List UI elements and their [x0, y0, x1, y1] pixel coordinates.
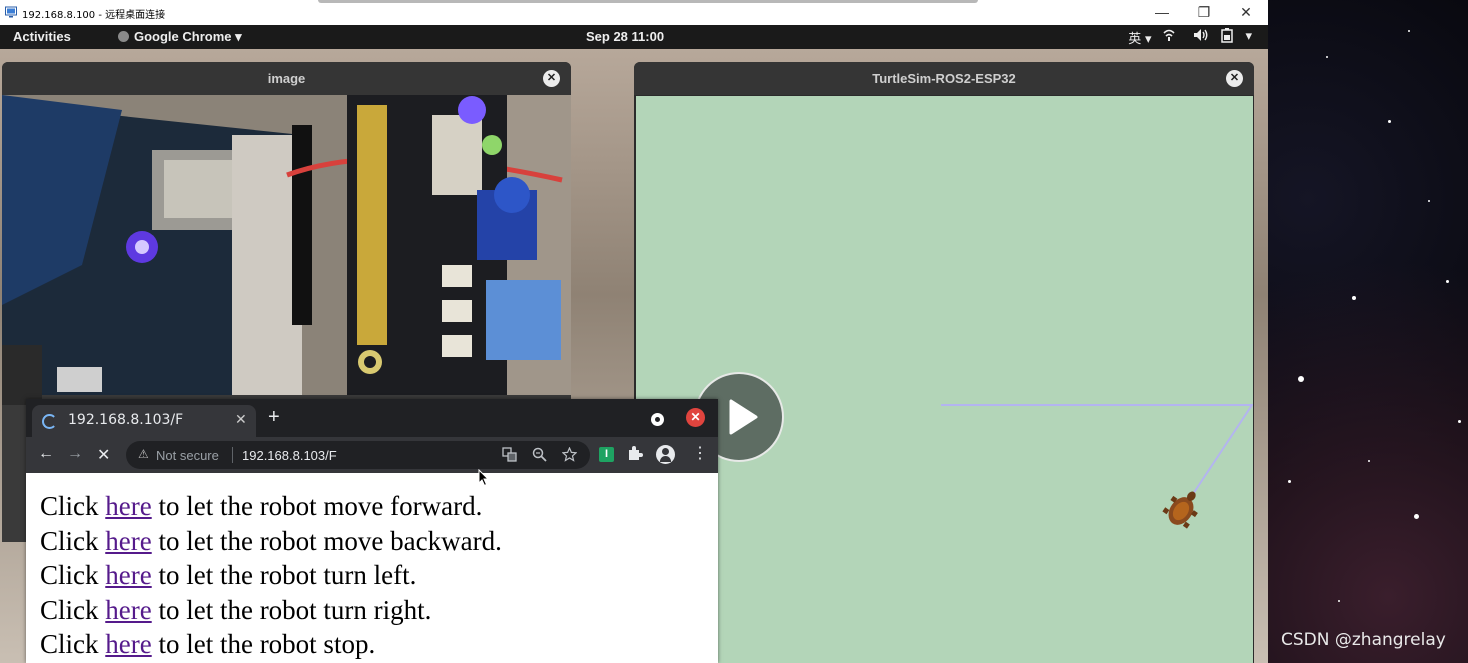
- activities-button[interactable]: Activities: [13, 29, 71, 44]
- star: [1388, 120, 1391, 123]
- web-page-content: Click here to let the robot move forward…: [26, 473, 718, 663]
- turtlesim-window-title: TurtleSim-ROS2-ESP32: [872, 71, 1016, 86]
- address-bar[interactable]: ⚠ Not secure 192.168.8.103/F: [126, 441, 590, 469]
- chrome-icon: [118, 31, 129, 42]
- extensions-puzzle-icon[interactable]: [627, 445, 643, 461]
- star: [1338, 600, 1340, 602]
- chrome-window: 192.168.8.103/F ✕ + ✕ ← → ✕ ⚠ Not secure…: [26, 399, 718, 663]
- chevron-down-icon: ▾: [1144, 31, 1152, 46]
- star: [1446, 280, 1449, 283]
- command-line-backward: Click here to let the robot move backwar…: [40, 524, 718, 559]
- rdp-window-title: 192.168.8.100 - 远程桌面连接: [22, 10, 166, 21]
- remote-desktop-icon: [5, 6, 17, 18]
- forward-button[interactable]: →: [67, 445, 83, 463]
- bookmark-star-icon[interactable]: [562, 447, 577, 462]
- star: [1458, 420, 1461, 423]
- star: [1288, 480, 1291, 483]
- chrome-tab-strip: 192.168.8.103/F ✕ + ✕: [26, 399, 718, 437]
- image-window-title: image: [267, 71, 306, 86]
- command-line-left: Click here to let the robot turn left.: [40, 558, 718, 593]
- backward-link[interactable]: here: [105, 526, 151, 556]
- line-prefix: Click: [40, 491, 106, 521]
- star: [1414, 514, 1419, 519]
- url-text[interactable]: 192.168.8.103/F: [242, 448, 337, 463]
- back-button[interactable]: ←: [38, 445, 54, 463]
- minimize-button[interactable]: —: [1144, 2, 1180, 22]
- tab-close-button[interactable]: ✕: [235, 411, 247, 428]
- star: [1352, 296, 1356, 300]
- clock[interactable]: Sep 28 11:00: [586, 29, 664, 44]
- chevron-down-icon[interactable]: ▾: [1245, 28, 1252, 47]
- gnome-top-bar: Activities Google Chrome ▾ Sep 28 11:00 …: [0, 25, 1268, 49]
- restore-button[interactable]: ❐: [1186, 2, 1222, 22]
- new-tab-button[interactable]: +: [268, 407, 280, 427]
- browser-tab[interactable]: 192.168.8.103/F ✕: [32, 405, 256, 437]
- turtlesim-titlebar[interactable]: TurtleSim-ROS2-ESP32 ✕: [634, 62, 1254, 95]
- command-line-stop: Click here to let the robot stop.: [40, 627, 718, 662]
- mouse-pointer-icon: [478, 469, 490, 487]
- line-prefix: Click: [40, 560, 106, 590]
- turn-right-link[interactable]: here: [105, 595, 151, 625]
- forward-link[interactable]: here: [105, 491, 151, 521]
- line-suffix: to let the robot move forward.: [151, 491, 483, 521]
- watermark-text: CSDN @zhangrelay: [1281, 630, 1446, 650]
- omnibox-divider: [232, 447, 233, 463]
- turtlesim-close-button[interactable]: ✕: [1226, 70, 1243, 87]
- input-method-label: 英: [1128, 31, 1142, 46]
- profile-avatar-icon[interactable]: [656, 445, 675, 464]
- chrome-toolbar: ← → ✕ ⚠ Not secure 192.168.8.103/F I ⋮: [26, 437, 718, 473]
- image-window-titlebar[interactable]: image ✕: [2, 62, 571, 95]
- star: [1428, 200, 1430, 202]
- extension-icon[interactable]: I: [599, 447, 614, 462]
- volume-icon[interactable]: [1193, 28, 1209, 42]
- line-prefix: Click: [40, 629, 106, 659]
- system-tray: 英 ▾ ▾: [1128, 28, 1252, 47]
- line-suffix: to let the robot move backward.: [151, 525, 502, 556]
- star: [1408, 30, 1410, 32]
- stop-button[interactable]: ✕: [97, 445, 110, 465]
- rdp-close-button[interactable]: ✕: [1228, 2, 1264, 22]
- line-suffix: to let the robot turn right.: [151, 594, 432, 625]
- line-suffix: to let the robot stop.: [151, 629, 376, 659]
- chrome-close-button[interactable]: ✕: [686, 408, 705, 427]
- line-prefix: Click: [40, 525, 106, 556]
- stop-link[interactable]: here: [105, 629, 151, 659]
- star: [1368, 460, 1370, 462]
- command-line-forward: Click here to let the robot move forward…: [40, 489, 718, 524]
- battery-icon[interactable]: [1221, 28, 1234, 43]
- system-menu[interactable]: [1163, 28, 1181, 47]
- loading-spinner-icon: [42, 414, 57, 429]
- turn-left-link[interactable]: here: [105, 560, 151, 590]
- star: [1326, 56, 1328, 58]
- input-method-menu[interactable]: 英 ▾: [1128, 28, 1151, 47]
- warning-icon[interactable]: ⚠: [138, 447, 149, 461]
- tab-title: 192.168.8.103/F: [68, 412, 184, 428]
- desktop-wallpaper: [1268, 0, 1468, 663]
- not-secure-label[interactable]: Not secure: [156, 448, 219, 463]
- chrome-menu-button[interactable]: ⋮: [692, 443, 708, 463]
- turtlesim-window: TurtleSim-ROS2-ESP32 ✕: [634, 62, 1254, 663]
- translate-icon[interactable]: [502, 447, 517, 462]
- star: [1298, 376, 1304, 382]
- app-menu[interactable]: Google Chrome ▾: [118, 29, 242, 45]
- rdp-titlebar: 192.168.8.100 - 远程桌面连接 — ❐ ✕: [0, 0, 1268, 25]
- command-line-right: Click here to let the robot turn right.: [40, 593, 718, 628]
- line-prefix: Click: [40, 594, 106, 625]
- image-window-close-button[interactable]: ✕: [543, 70, 560, 87]
- zoom-icon[interactable]: [532, 447, 547, 462]
- app-menu-label: Google Chrome: [134, 29, 232, 44]
- tab-search-icon[interactable]: [651, 413, 664, 426]
- network-icon: [1163, 29, 1176, 41]
- chevron-down-icon: ▾: [235, 29, 242, 44]
- rdp-connection-bar[interactable]: [318, 0, 978, 3]
- line-suffix: to let the robot turn left.: [151, 560, 417, 590]
